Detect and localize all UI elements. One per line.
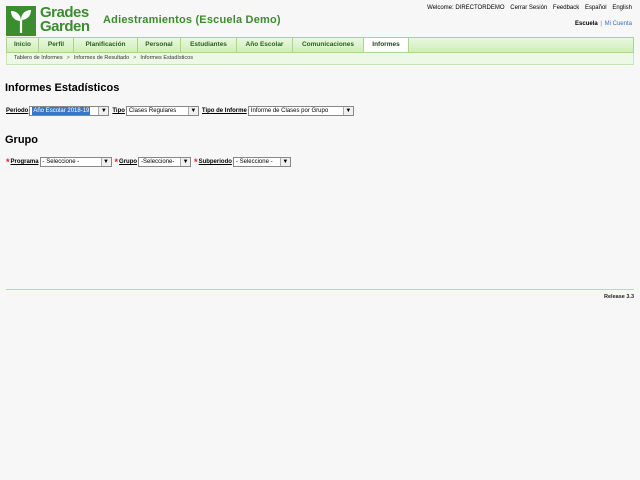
top-links: Welcome: DIRECTORDEMO Cerrar Sesión Feed… [423, 5, 632, 11]
periodo-select[interactable]: Año Escolar 2018-19 ▼ [29, 106, 110, 116]
tab-perfil[interactable]: Perfil [39, 38, 74, 52]
programa-value: - Seleccione - [42, 159, 80, 165]
tab-planificacion[interactable]: Planificación [74, 38, 138, 52]
periodo-label: Periodo [6, 108, 29, 114]
group-section-title: Grupo [5, 134, 38, 146]
tab-inicio[interactable]: Inicio [7, 38, 39, 52]
footer-divider [6, 289, 634, 290]
welcome-text: Welcome: DIRECTORDEMO [427, 5, 505, 11]
chevron-down-icon: ▼ [342, 107, 353, 115]
chevron-down-icon: ▼ [100, 158, 111, 166]
tipo-informe-label: Tipo de Informe [201, 108, 247, 114]
logout-link[interactable]: Cerrar Sesión [510, 5, 547, 11]
main-nav: Inicio Perfil Planificación Personal Est… [6, 37, 634, 53]
subperiodo-select[interactable]: - Seleccione - ▼ [232, 157, 291, 167]
grades-garden-logo[interactable]: Grades Garden [6, 5, 94, 36]
grupo-value: -Seleccione- [141, 159, 175, 165]
chevron-down-icon: ▼ [180, 158, 191, 166]
breadcrumb-arrow: > [133, 55, 137, 61]
tab-ano-escolar[interactable]: Año Escolar [237, 38, 293, 52]
logo-line2: Garden [40, 18, 90, 35]
required-mark: * [114, 157, 119, 167]
group-filters-row: * Programa - Seleccione - ▼ * Grupo -Sel… [6, 157, 294, 167]
tipo-informe-value: Informe de Clases por Grupo [250, 108, 329, 114]
tab-personal[interactable]: Personal [138, 38, 181, 52]
tab-informes[interactable]: Informes [364, 38, 409, 52]
breadcrumb: Tablero de Informes > Informes de Resultad… [6, 53, 634, 65]
tipo-informe-select[interactable]: Informe de Clases por Grupo ▼ [247, 106, 354, 116]
periodo-value: Año Escolar 2018-19 [32, 107, 91, 115]
required-mark: * [194, 157, 198, 167]
school-links: Escuela | Mi Cuenta [575, 21, 632, 27]
tipo-label: Tipo [112, 108, 125, 114]
grupo-select[interactable]: -Seleccione- ▼ [138, 157, 192, 167]
app-title: Adiestramientos (Escuela Demo) [103, 14, 281, 26]
grupo-label: Grupo [119, 159, 138, 165]
filters-row: Periodo Año Escolar 2018-19 ▼ Tipo Clase… [6, 106, 357, 116]
spanish-link[interactable]: Español [585, 5, 607, 11]
my-account-link[interactable]: Mi Cuenta [605, 21, 632, 27]
english-link[interactable]: English [612, 5, 632, 11]
subperiodo-value: - Seleccione - [235, 159, 273, 165]
school-link[interactable]: Escuela [575, 21, 598, 27]
breadcrumb-arrow: > [66, 55, 70, 61]
chevron-down-icon: ▼ [187, 107, 198, 115]
tab-estudiantes[interactable]: Estudiantes [181, 38, 237, 52]
tipo-select[interactable]: Clases Regulares ▼ [125, 106, 199, 116]
chevron-down-icon: ▼ [279, 158, 290, 166]
programa-select[interactable]: - Seleccione - ▼ [39, 157, 112, 167]
school-links-separator: | [600, 21, 602, 27]
sprout-icon [6, 6, 36, 36]
tab-comunicaciones[interactable]: Comunicaciones [293, 38, 364, 52]
subperiodo-label: Subperiodo [198, 159, 232, 165]
page-title: Informes Estadísticos [5, 82, 120, 94]
logo-text: Grades Garden [40, 5, 90, 35]
tipo-value: Clases Regulares [128, 108, 177, 114]
programa-label: Programa [10, 159, 39, 165]
breadcrumb-tablero[interactable]: Tablero de Informes [14, 55, 63, 61]
breadcrumb-resultado[interactable]: Informes de Resultado [74, 55, 129, 61]
required-mark: * [6, 157, 10, 167]
release-label: Release 3.3 [604, 294, 634, 300]
header: Grades Garden Adiestramientos (Escuela D… [0, 0, 640, 38]
breadcrumb-estadisticos[interactable]: Informes Estadísticos [140, 55, 193, 61]
feedback-link[interactable]: Feedback [553, 5, 579, 11]
chevron-down-icon: ▼ [98, 107, 109, 115]
